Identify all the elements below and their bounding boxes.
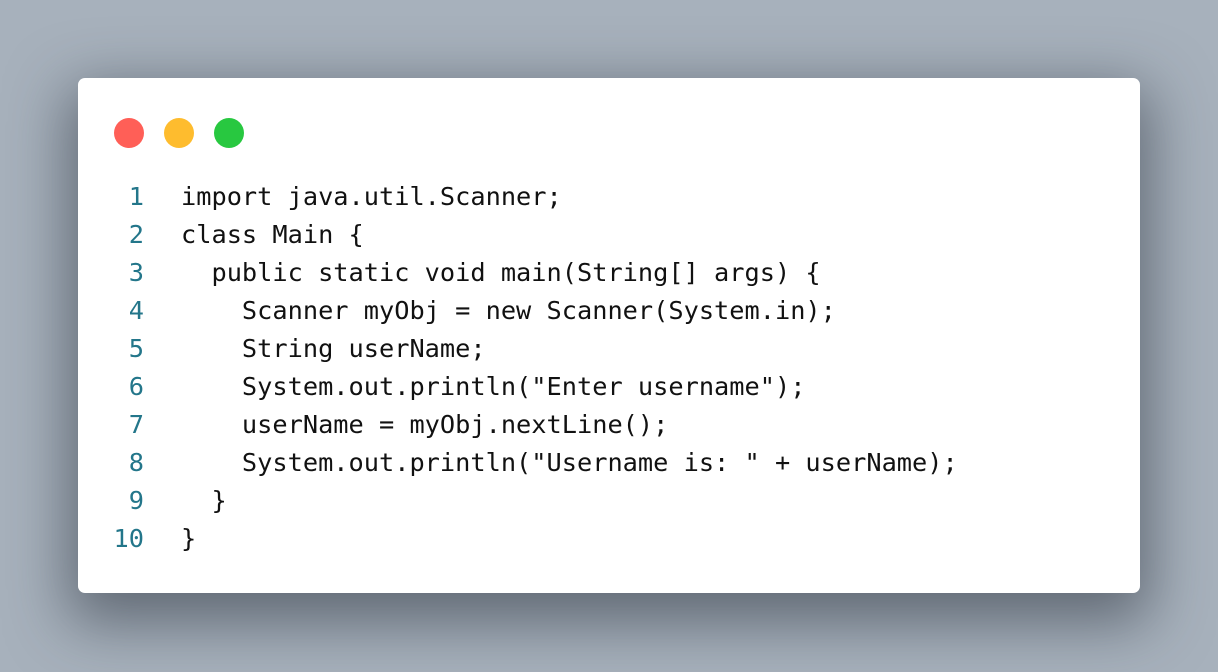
line-number: 4	[128, 296, 144, 325]
minimize-dot-icon[interactable]	[164, 118, 194, 148]
code-text: import java.util.Scanner;	[181, 182, 562, 211]
line-number: 10	[113, 524, 144, 553]
code-line: 10}	[108, 520, 958, 558]
code-text: userName = myObj.nextLine();	[181, 410, 669, 439]
code-line: 7 userName = myObj.nextLine();	[108, 406, 958, 444]
line-number: 7	[128, 410, 144, 439]
line-number: 5	[128, 334, 144, 363]
line-number: 8	[128, 448, 144, 477]
maximize-dot-icon[interactable]	[214, 118, 244, 148]
code-line: 3 public static void main(String[] args)…	[108, 254, 958, 292]
code-text: class Main {	[181, 220, 364, 249]
code-text: String userName;	[181, 334, 486, 363]
code-text: }	[181, 524, 197, 553]
code-line: 1 import java.util.Scanner;	[108, 178, 958, 216]
line-number: 2	[128, 220, 144, 249]
code-line: 9 }	[108, 482, 958, 520]
code-line: 5 String userName;	[108, 330, 958, 368]
code-line: 4 Scanner myObj = new Scanner(System.in)…	[108, 292, 958, 330]
line-number: 9	[128, 486, 144, 515]
code-text: System.out.println("Enter username");	[181, 372, 806, 401]
code-line: 2 class Main {	[108, 216, 958, 254]
code-line: 6 System.out.println("Enter username");	[108, 368, 958, 406]
code-block: 1 import java.util.Scanner; 2 class Main { 3…	[108, 178, 958, 558]
code-text: public static void main(String[] args) {	[181, 258, 821, 287]
code-text: Scanner myObj = new Scanner(System.in);	[181, 296, 836, 325]
line-number: 1	[128, 182, 144, 211]
code-text: }	[181, 486, 227, 515]
line-number: 3	[128, 258, 144, 287]
code-line: 8 System.out.println("Username is: " + u…	[108, 444, 958, 482]
line-number: 6	[128, 372, 144, 401]
close-dot-icon[interactable]	[114, 118, 144, 148]
code-text: System.out.println("Username is: " + use…	[181, 448, 958, 477]
code-window: 1 import java.util.Scanner; 2 class Main { 3…	[78, 78, 1140, 593]
